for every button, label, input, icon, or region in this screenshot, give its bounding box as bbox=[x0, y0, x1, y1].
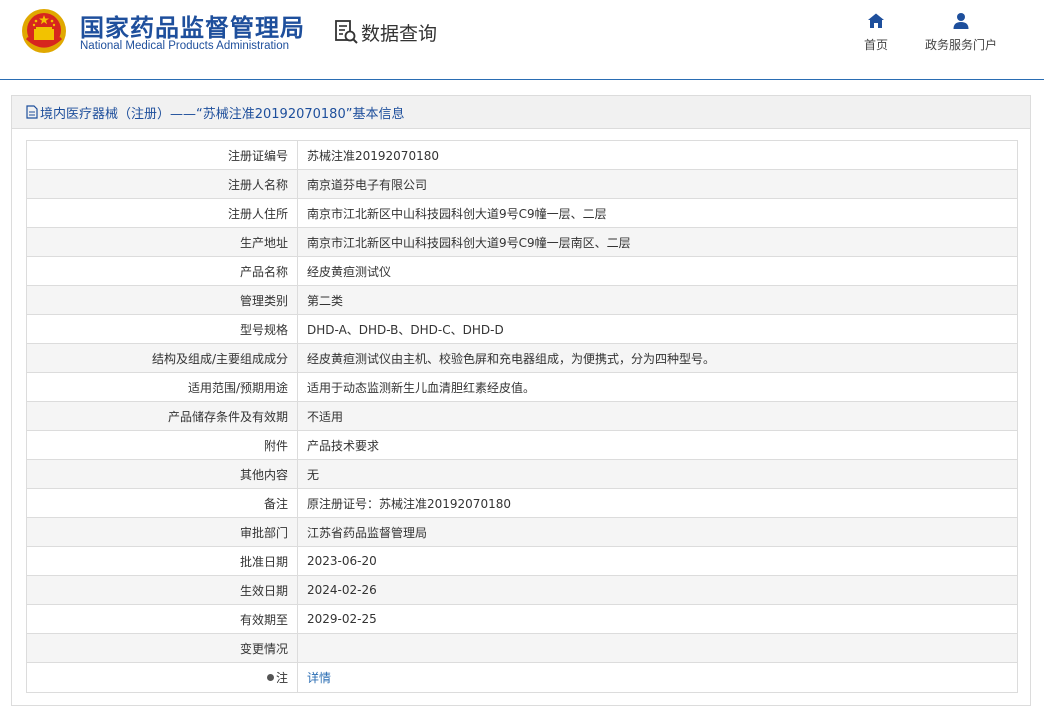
field-value: 适用于动态监测新生儿血清胆红素经皮值。 bbox=[297, 372, 1018, 402]
table-row: 产品储存条件及有效期 不适用 bbox=[26, 401, 1018, 431]
nav-government-services-portal[interactable]: 政务服务门户 bbox=[922, 12, 1000, 53]
field-label: 管理类别 bbox=[26, 285, 298, 315]
table-row: 结构及组成/主要组成成分 经皮黄疸测试仪由主机、校验色屏和充电器组成，为便携式，分… bbox=[26, 343, 1018, 373]
user-icon bbox=[953, 13, 969, 29]
field-value: 原注册证号：苏械注准20192070180 bbox=[297, 488, 1018, 518]
field-value: 江苏省药品监督管理局 bbox=[297, 517, 1018, 547]
field-value: 南京市江北新区中山科技园科创大道9号C9幢一层南区、二层 bbox=[297, 227, 1018, 257]
field-label: 产品储存条件及有效期 bbox=[26, 401, 298, 431]
table-row: 批准日期 2023-06-20 bbox=[26, 546, 1018, 576]
table-row: 附件 产品技术要求 bbox=[26, 430, 1018, 460]
note-label-cell: 注 bbox=[26, 662, 298, 693]
field-value bbox=[297, 633, 1018, 663]
document-search-icon bbox=[335, 20, 358, 44]
field-label: 生效日期 bbox=[26, 575, 298, 605]
bullet-icon bbox=[266, 674, 274, 681]
table-row: 生效日期 2024-02-26 bbox=[26, 575, 1018, 605]
field-value: 第二类 bbox=[297, 285, 1018, 315]
field-value: 无 bbox=[297, 459, 1018, 489]
field-value: 2029-02-25 bbox=[297, 604, 1018, 634]
field-value: 产品技术要求 bbox=[297, 430, 1018, 460]
table-row: 审批部门 江苏省药品监督管理局 bbox=[26, 517, 1018, 547]
note-value-cell: 详情 bbox=[297, 662, 1018, 693]
national-emblem-icon bbox=[22, 9, 66, 53]
field-label: 附件 bbox=[26, 430, 298, 460]
field-label: 注册证编号 bbox=[26, 140, 298, 170]
nav-portal-label: 政务服务门户 bbox=[924, 38, 997, 52]
table-row: 注册人名称 南京道芬电子有限公司 bbox=[26, 169, 1018, 199]
field-value: 不适用 bbox=[297, 401, 1018, 431]
field-label: 变更情况 bbox=[26, 633, 298, 663]
panel-title: 境内医疗器械（注册）——“苏械注准20192070180”基本信息 bbox=[40, 106, 405, 122]
table-row: 备注 原注册证号：苏械注准20192070180 bbox=[26, 488, 1018, 518]
nav-home[interactable]: 首页 bbox=[860, 12, 892, 53]
field-label: 其他内容 bbox=[26, 459, 298, 489]
panel-header: 境内医疗器械（注册）——“苏械注准20192070180”基本信息 bbox=[12, 96, 1030, 129]
field-value: DHD-A、DHD-B、DHD-C、DHD-D bbox=[297, 314, 1018, 344]
table-row: 注册人住所 南京市江北新区中山科技园科创大道9号C9幢一层、二层 bbox=[26, 198, 1018, 228]
home-icon bbox=[868, 13, 884, 28]
field-value: 南京市江北新区中山科技园科创大道9号C9幢一层、二层 bbox=[297, 198, 1018, 228]
data-query-label: 数据查询 bbox=[361, 22, 438, 45]
field-value: 经皮黄疸测试仪 bbox=[297, 256, 1018, 286]
table-row: 生产地址 南京市江北新区中山科技园科创大道9号C9幢一层南区、二层 bbox=[26, 227, 1018, 257]
field-value: 经皮黄疸测试仪由主机、校验色屏和充电器组成，为便携式，分为四种型号。 bbox=[297, 343, 1018, 373]
field-label: 有效期至 bbox=[26, 604, 298, 634]
field-label: 审批部门 bbox=[26, 517, 298, 547]
field-label: 备注 bbox=[26, 488, 298, 518]
data-query-link[interactable]: 数据查询 bbox=[333, 18, 437, 46]
field-label: 型号规格 bbox=[26, 314, 298, 344]
field-value: 苏械注准20192070180 bbox=[297, 140, 1018, 170]
table-row: 其他内容无 bbox=[26, 459, 1018, 489]
agency-name-cn: 国家药品监督管理局 bbox=[80, 14, 305, 42]
table-row: 管理类别 第二类 bbox=[26, 285, 1018, 315]
table-row: 注册证编号 苏械注准20192070180 bbox=[26, 140, 1018, 170]
field-label: 注册人住所 bbox=[26, 198, 298, 228]
site-header: 国家药品监督管理局 National Medical Products Admi… bbox=[0, 0, 1044, 80]
note-label: 注 bbox=[275, 671, 288, 685]
document-icon bbox=[26, 105, 38, 119]
table-row: 产品名称 经皮黄疸测试仪 bbox=[26, 256, 1018, 286]
table-row: 注 详情 bbox=[26, 662, 1018, 693]
nav-home-label: 首页 bbox=[863, 38, 888, 52]
basic-info-panel: 境内医疗器械（注册）——“苏械注准20192070180”基本信息 注册证编号苏… bbox=[11, 95, 1031, 706]
field-value: 2024-02-26 bbox=[297, 575, 1018, 605]
field-label: 生产地址 bbox=[26, 227, 298, 257]
field-value: 南京道芬电子有限公司 bbox=[297, 169, 1018, 199]
agency-name-en: National Medical Products Administration bbox=[80, 40, 290, 52]
table-row: 型号规格 DHD-A、DHD-B、DHD-C、DHD-D bbox=[26, 314, 1018, 344]
table-row: 适用范围/预期用途 适用于动态监测新生儿血清胆红素经皮值。 bbox=[26, 372, 1018, 402]
field-label: 批准日期 bbox=[26, 546, 298, 576]
field-value: 2023-06-20 bbox=[297, 546, 1018, 576]
device-info-table: 注册证编号 苏械注准20192070180 注册人名称 南京道芬电子有限公司 注册人住所… bbox=[26, 140, 1018, 693]
table-row: 变更情况 bbox=[26, 633, 1018, 663]
field-label: 注册人名称 bbox=[26, 169, 298, 199]
field-label: 适用范围/预期用途 bbox=[26, 372, 298, 402]
field-label: 结构及组成/主要组成成分 bbox=[26, 343, 298, 373]
details-link[interactable]: 详情 bbox=[307, 671, 331, 685]
table-row: 有效期至 2029-02-25 bbox=[26, 604, 1018, 634]
field-label: 产品名称 bbox=[26, 256, 298, 286]
